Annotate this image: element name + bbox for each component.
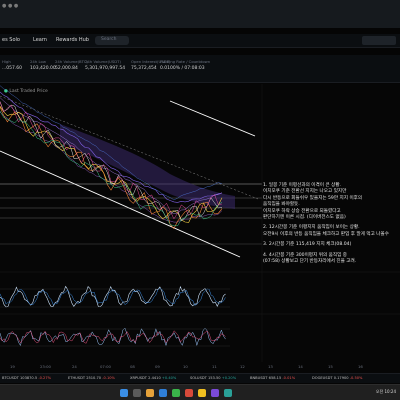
time-axis: 19 23:00 24 07:00 08 09 10 11 12 13 14 1…	[0, 363, 400, 373]
bottom-ticker-bar: BTCUSDT 103870.5 -0.27% ETHUSDT 2510.70 …	[0, 373, 400, 383]
note-line: 오전9시 이후의 반등 움직임을 체크하고 판입 후 말게 먹고 나올수	[263, 231, 389, 237]
app-icon[interactable]	[224, 389, 232, 397]
note-line: 판단하기엔 이른 시점. (디이버전스도 없음)	[263, 215, 346, 221]
time-tick: 15	[328, 364, 333, 369]
stat-low: 24h Low 103,420.00	[30, 59, 56, 71]
stat-volume-usdt: 24h Volume(USDT) 5,301,970,997.54	[85, 59, 126, 71]
note-line: 다시 반등으로 회들쉬우 있을지는 59만 지지 이후의	[263, 195, 363, 201]
os-taskbar: 오전 10:24	[0, 384, 400, 400]
app-icon[interactable]	[211, 389, 219, 397]
time-tick: 14	[298, 364, 303, 369]
browser-titlebar: ● ● ●	[0, 0, 400, 28]
app-icon[interactable]	[185, 389, 193, 397]
app-icon[interactable]	[172, 389, 180, 397]
time-tick: 24	[72, 364, 77, 369]
note-line: (07:58) 상황보고 단기 반등자리에서 진을 고려.	[263, 259, 357, 265]
stat-volume-btc: 24h Volume(BTC) 52,000.84	[55, 59, 88, 71]
price-line	[0, 110, 223, 227]
time-tick: 10	[183, 364, 188, 369]
start-menu-icon[interactable]	[120, 389, 128, 397]
bottom-ticker-item[interactable]: XRPUSDT 2.4410 +0.40%	[130, 376, 176, 380]
note-line: 1. 일봉 기준 이평선과의 이격이 큰 상황.	[263, 183, 341, 188]
nav-item-solo[interactable]: es Solo	[2, 37, 20, 43]
account-button[interactable]	[362, 36, 396, 45]
nav-item-learn[interactable]: Learn	[33, 37, 47, 43]
ticker-stats-bar: High ...057.60 24h Low 103,420.00 24h Vo…	[0, 55, 400, 83]
browser-tab-strip[interactable]: ● ● ●	[2, 3, 18, 9]
bottom-ticker-item[interactable]: SOLUSDT 153.50 +0.20%	[190, 376, 236, 380]
top-navigation: es Solo Learn Rewards Hub Search	[0, 34, 400, 48]
app-icon[interactable]	[198, 389, 206, 397]
search-input[interactable]: Search	[95, 36, 129, 45]
time-tick: 08	[130, 364, 135, 369]
browser-icon[interactable]	[159, 389, 167, 397]
bottom-ticker-item[interactable]: DOGEUSDT 0.17900 -0.50%	[312, 376, 362, 380]
stat-high: High ...057.60	[2, 59, 23, 71]
time-tick: 07:00	[100, 364, 111, 369]
file-explorer-icon[interactable]	[146, 389, 154, 397]
note-line: 3. 2시간봉 기준 115,419 지지 체크(08.04)	[263, 242, 352, 248]
stat-funding-rate: Funding Rate / Countdown 0.0100% / 07:08…	[160, 59, 211, 71]
note-line: 4. 4시간봉 기준 300이평지 위의 움직임 중	[263, 252, 348, 258]
note-line: 이치모쿠 기준 전환선 지지는 나오고 있지만	[263, 189, 347, 195]
screen: ● ● ● es Solo Learn Rewards Hub Search H…	[0, 0, 400, 400]
nav-item-rewards[interactable]: Rewards Hub	[56, 37, 89, 43]
note-line: 이치모쿠 하락 상승 전환으로 되돌렸다고	[263, 208, 341, 214]
time-tick: 11	[212, 364, 217, 369]
bottom-ticker-item[interactable]: ETHUSDT 2510.70 -0.10%	[68, 376, 115, 380]
time-tick: 19	[10, 364, 15, 369]
channel-line-upper	[169, 100, 256, 137]
time-tick: 23:00	[40, 364, 51, 369]
note-line: 움직임을 봐야할듯.	[263, 202, 300, 208]
search-placeholder: Search	[101, 37, 117, 42]
time-tick: 13	[268, 364, 273, 369]
moving-average-line	[0, 111, 223, 223]
bottom-ticker-item[interactable]: BTCUSDT 103870.5 -0.27%	[2, 376, 51, 380]
oscillator-line	[0, 327, 226, 347]
bottom-ticker-item[interactable]: BNBUSDT 658.15 -0.01%	[250, 376, 295, 380]
system-clock[interactable]: 오전 10:24	[376, 389, 396, 395]
channel-line-mid	[0, 95, 259, 200]
time-tick: 16	[358, 364, 363, 369]
search-icon[interactable]	[133, 389, 141, 397]
analysis-note: 1. 일봉 기준 이평선과의 이격이 큰 상황. 이치모쿠 기준 전환선 지지는…	[263, 183, 400, 269]
time-tick: 09	[155, 364, 160, 369]
note-line: 2. 12시간봉 기준 이평지지 움직임이 보이는 상황.	[263, 225, 360, 231]
price-chart[interactable]: ● Last Traded Price 1. 일봉 기준 이평선과의 이격이 큰…	[0, 84, 400, 380]
time-tick: 12	[240, 364, 245, 369]
